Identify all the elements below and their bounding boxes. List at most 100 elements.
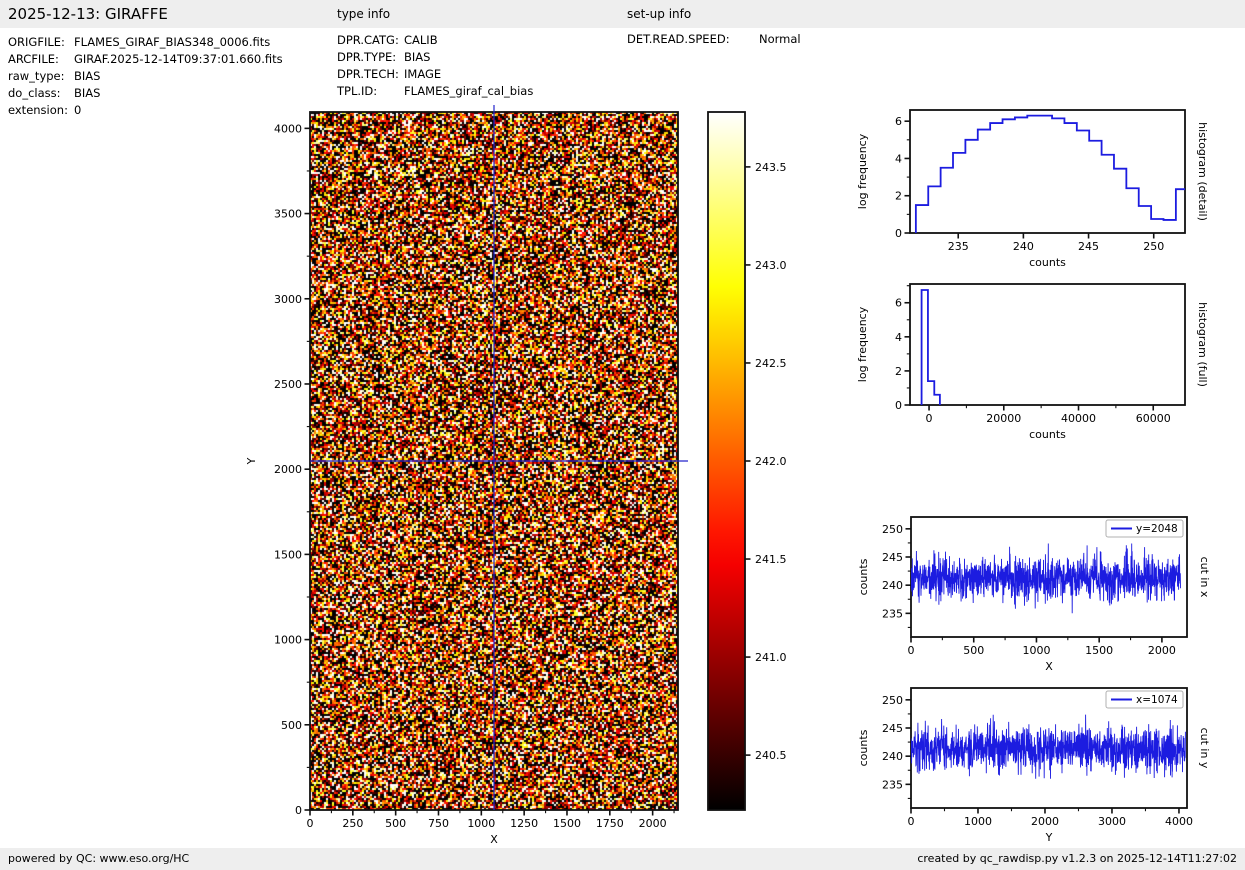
x-tick-label: 250 (342, 817, 363, 830)
y-tick-label: 2 (895, 365, 902, 378)
x-tick-label: 0 (908, 644, 915, 657)
dpr-type-label: DPR.TYPE: (337, 50, 396, 64)
tpl-id-value: FLAMES_giraf_cal_bias (404, 84, 533, 98)
cut-noise-line (911, 544, 1181, 614)
y-tick-label: 6 (895, 297, 902, 310)
header-bar: 2025-12-13: GIRAFFE type info set-up inf… (0, 0, 1245, 28)
dpr-tech-value: IMAGE (404, 67, 441, 81)
colorbar-tick-label: 240.5 (755, 749, 787, 762)
y-axis-label: counts (857, 558, 870, 595)
y-tick-label: 6 (895, 115, 902, 128)
read-speed-value: Normal (759, 32, 801, 46)
x-tick-label: 0 (908, 815, 915, 828)
colorbar-tick-label: 243.0 (755, 259, 787, 272)
plot-frame (910, 284, 1185, 405)
footer-bar: powered by QC: www.eso.org/HC created by… (0, 848, 1245, 870)
x-tick-label: 2000 (1031, 815, 1059, 828)
x-tick-label: 1000 (467, 817, 495, 830)
x-tick-label: 245 (1078, 240, 1099, 253)
x-tick-label: 1250 (510, 817, 538, 830)
footer-created-by: created by qc_rawdisp.py v1.2.3 on 2025-… (917, 848, 1237, 870)
y-tick-label: 240 (882, 579, 903, 592)
x-tick-label: 4000 (1165, 815, 1193, 828)
x-tick-label: 2000 (639, 817, 667, 830)
y-tick-label: 4 (895, 152, 902, 165)
dpr-type-value: BIAS (404, 50, 430, 64)
cut-noise-line (911, 715, 1185, 779)
histogram-step-line (922, 290, 940, 405)
x-tick-label: 1750 (596, 817, 624, 830)
dpr-catg-value: CALIB (404, 33, 438, 47)
y-tick-label: 4 (895, 331, 902, 344)
x-tick-label: 0 (307, 817, 314, 830)
y-axis-label: Y (245, 457, 258, 465)
y-tick-label: 250 (882, 523, 903, 536)
histogram-step-line (916, 116, 1188, 233)
x-tick-label: 250 (1143, 240, 1164, 253)
y-tick-label: 1000 (274, 634, 302, 647)
x-tick-label: 1000 (964, 815, 992, 828)
tpl-id-label: TPL.ID: (337, 84, 377, 98)
x-tick-label: 20000 (986, 412, 1021, 425)
extension-value: 0 (74, 103, 81, 117)
colorbar-tick-label: 242.5 (755, 357, 787, 370)
y-tick-label: 0 (895, 399, 902, 412)
legend-box (1106, 520, 1183, 537)
x-tick-label: 3000 (1098, 815, 1126, 828)
x-axis-label: counts (1029, 256, 1066, 269)
x-tick-label: 235 (948, 240, 969, 253)
y-tick-label: 245 (882, 722, 903, 735)
histogram-detail-plot: 235 240 245 250 0 2 4 6 counts log frequency histo… (856, 110, 1209, 269)
right-axis-label: histogram (detail) (1196, 122, 1209, 221)
x-axis-label: Y (1045, 831, 1053, 844)
x-tick-label: 750 (428, 817, 449, 830)
plot-frame (911, 517, 1187, 637)
y-tick-label: 500 (281, 719, 302, 732)
origfile-value: FLAMES_GIRAF_BIAS348_0006.fits (74, 35, 270, 49)
extension-label: extension: (8, 103, 68, 117)
page-title: 2025-12-13: GIRAFFE (8, 0, 168, 28)
bias-frame-image (310, 112, 678, 810)
do-class-label: do_class: (8, 86, 61, 100)
legend-label: x=1074 (1136, 694, 1178, 706)
colorbar-tick-label: 241.0 (755, 651, 787, 664)
colorbar-gradient (708, 112, 745, 810)
setup-info-heading: set-up info (627, 0, 691, 28)
x-axis-label: X (1045, 660, 1053, 673)
footer-powered-by: powered by QC: www.eso.org/HC (8, 848, 189, 870)
y-tick-label: 250 (882, 694, 903, 707)
y-tick-label: 3000 (274, 293, 302, 306)
y-axis-label: log frequency (856, 133, 869, 209)
colorbar-tick-label: 243.5 (755, 161, 787, 174)
colorbar-tick-label: 242.0 (755, 455, 787, 468)
y-axis-label: log frequency (856, 306, 869, 382)
x-tick-label: 40000 (1061, 412, 1096, 425)
cut-in-x-plot: 0500100015002000235240245250Xcountscut i… (857, 517, 1211, 673)
histogram-full-plot: 02000040000600000246countslog frequencyh… (856, 284, 1209, 441)
x-tick-label: 500 (963, 644, 984, 657)
x-tick-label: 1000 (1022, 644, 1050, 657)
x-axis-label: counts (1029, 428, 1066, 441)
arcfile-label: ARCFILE: (8, 52, 59, 66)
colorbar: 243.5243.0242.5242.0241.5241.0240.5 (708, 112, 787, 810)
y-tick-label: 0 (295, 804, 302, 817)
x-tick-label: 1500 (553, 817, 581, 830)
dpr-catg-label: DPR.CATG: (337, 33, 399, 47)
x-tick-label: 0 (926, 412, 933, 425)
plot-frame (910, 110, 1185, 233)
raw-type-value: BIAS (74, 69, 100, 83)
x-tick-label: 60000 (1136, 412, 1171, 425)
x-tick-label: 1500 (1085, 644, 1113, 657)
right-axis-label: cut in y (1198, 728, 1211, 769)
y-tick-label: 235 (882, 607, 903, 620)
y-tick-label: 0 (895, 227, 902, 240)
x-tick-label: 2000 (1148, 644, 1176, 657)
x-tick-label: 240 (1013, 240, 1034, 253)
origfile-label: ORIGFILE: (8, 35, 65, 49)
x-axis-label: X (490, 833, 498, 846)
arcfile-value: GIRAF.2025-12-14T09:37:01.660.fits (74, 52, 283, 66)
read-speed-label: DET.READ.SPEED: (627, 32, 730, 46)
y-tick-label: 2 (895, 190, 902, 203)
y-tick-label: 240 (882, 750, 903, 763)
legend-label: y=2048 (1136, 523, 1178, 535)
